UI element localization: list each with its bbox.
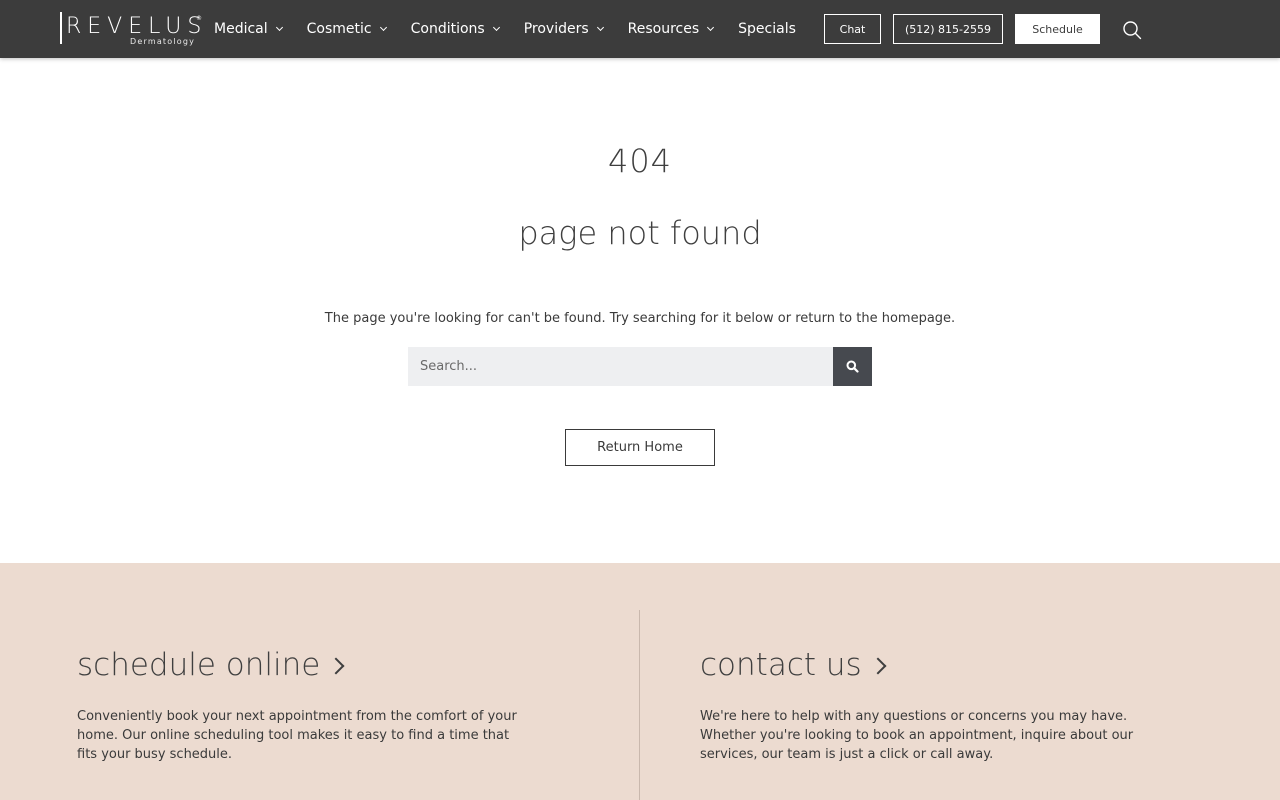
chat-button[interactable]: Chat [824,14,881,44]
nav-item-medical[interactable]: Medical [214,21,283,37]
chevron-down-icon [492,23,500,32]
chevron-down-icon [379,23,387,32]
error-description: The page you're looking for can't be fou… [324,311,956,326]
error-code: 404 [607,142,673,180]
logo-registered-mark: ® [196,15,202,22]
nav-label: Specials [738,21,796,37]
search-icon [846,360,859,373]
return-home-button[interactable]: Return Home [565,429,715,466]
schedule-online-block: schedule online Conveniently book your n… [77,645,527,764]
schedule-online-title: schedule online [77,647,321,683]
cta-section: schedule online Conveniently book your n… [0,563,1280,800]
chevron-down-icon [596,23,604,32]
search-submit-button[interactable] [833,347,872,386]
phone-button[interactable]: (512) 815-2559 [893,14,1003,44]
contact-us-title: contact us [700,647,862,683]
schedule-online-text: Conveniently book your next appointment … [77,709,517,762]
page-title: page not found [518,214,762,252]
search-form [408,347,872,386]
contact-us-block: contact us We're here to help with any q… [700,645,1185,764]
nav-item-providers[interactable]: Providers [523,21,604,37]
chevron-right-icon [869,657,887,675]
chevron-down-icon [707,23,715,32]
contact-us-text: We're here to help with any questions or… [700,709,1134,762]
nav-item-specials[interactable]: Specials [738,21,796,37]
nav-item-conditions[interactable]: Conditions [410,21,500,37]
not-found-section: 404 page not found The page you're looki… [0,58,1280,563]
revelus-logo[interactable]: REVELUS Dermatology ® [60,12,202,46]
nav-label: Conditions [410,21,485,37]
cta-divider [639,610,640,800]
schedule-button[interactable]: Schedule [1015,14,1100,44]
search-icon[interactable] [1122,20,1142,40]
main-nav: Medical Cosmetic Conditions Providers Re… [214,0,821,58]
schedule-online-link[interactable]: schedule online [77,645,527,685]
nav-item-resources[interactable]: Resources [627,21,715,37]
search-input[interactable] [408,347,833,386]
logo-subtext: Dermatology [130,37,196,46]
site-header: REVELUS Dermatology ® Medical Cosmetic C… [0,0,1280,58]
chevron-right-icon [327,657,345,675]
nav-label: Providers [523,21,589,37]
nav-label: Resources [627,21,700,37]
nav-item-cosmetic[interactable]: Cosmetic [306,21,387,37]
nav-label: Cosmetic [306,21,372,37]
chevron-down-icon [275,23,283,32]
nav-label: Medical [214,21,268,37]
contact-us-link[interactable]: contact us [700,645,1185,685]
logo-wordmark: REVELUS Dermatology ® [60,12,202,46]
